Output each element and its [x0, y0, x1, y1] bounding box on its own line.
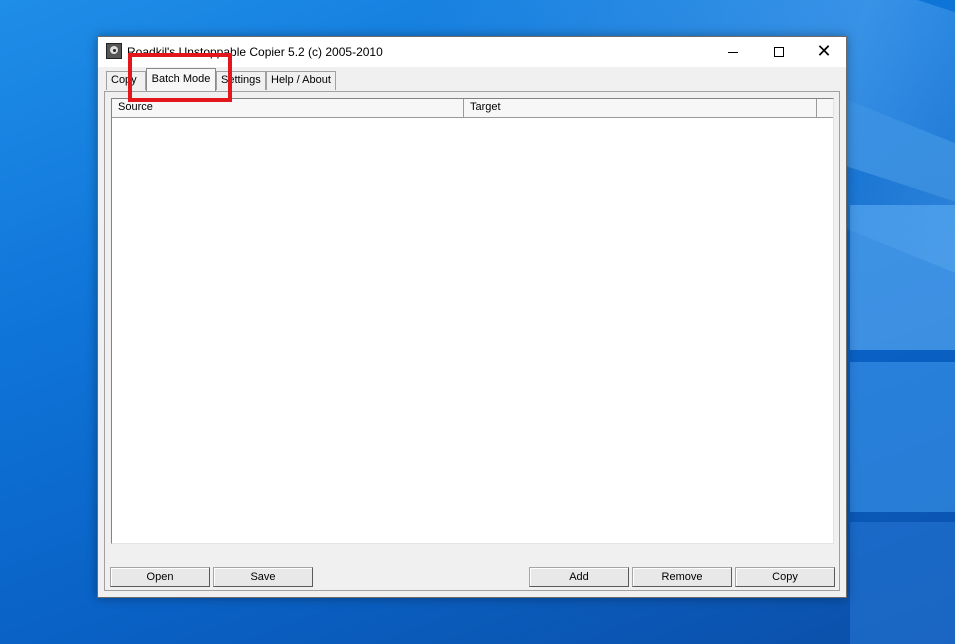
- maximize-button[interactable]: [756, 37, 802, 67]
- batch-list[interactable]: Source Target: [111, 98, 834, 544]
- highlight-box: [128, 53, 232, 102]
- windows-logo-pane: [850, 362, 955, 512]
- column-header-target[interactable]: Target: [464, 99, 817, 117]
- minimize-button[interactable]: [710, 37, 756, 67]
- windows-logo-pane: [850, 205, 955, 350]
- minimize-icon: [728, 51, 738, 53]
- app-icon[interactable]: [106, 43, 122, 59]
- copy-button[interactable]: Copy: [735, 567, 835, 587]
- open-button[interactable]: Open: [110, 567, 210, 587]
- remove-button[interactable]: Remove: [632, 567, 732, 587]
- maximize-icon: [774, 47, 784, 57]
- add-button[interactable]: Add: [529, 567, 629, 587]
- app-window: Roadkil's Unstoppable Copier 5.2 (c) 200…: [97, 36, 847, 598]
- save-button[interactable]: Save: [213, 567, 313, 587]
- close-button[interactable]: ✕: [801, 37, 847, 67]
- close-icon: ✕: [816, 41, 832, 62]
- windows-logo-pane: [850, 522, 955, 644]
- tab-help-about[interactable]: Help / About: [266, 71, 336, 90]
- batch-mode-panel: Source Target: [104, 91, 840, 591]
